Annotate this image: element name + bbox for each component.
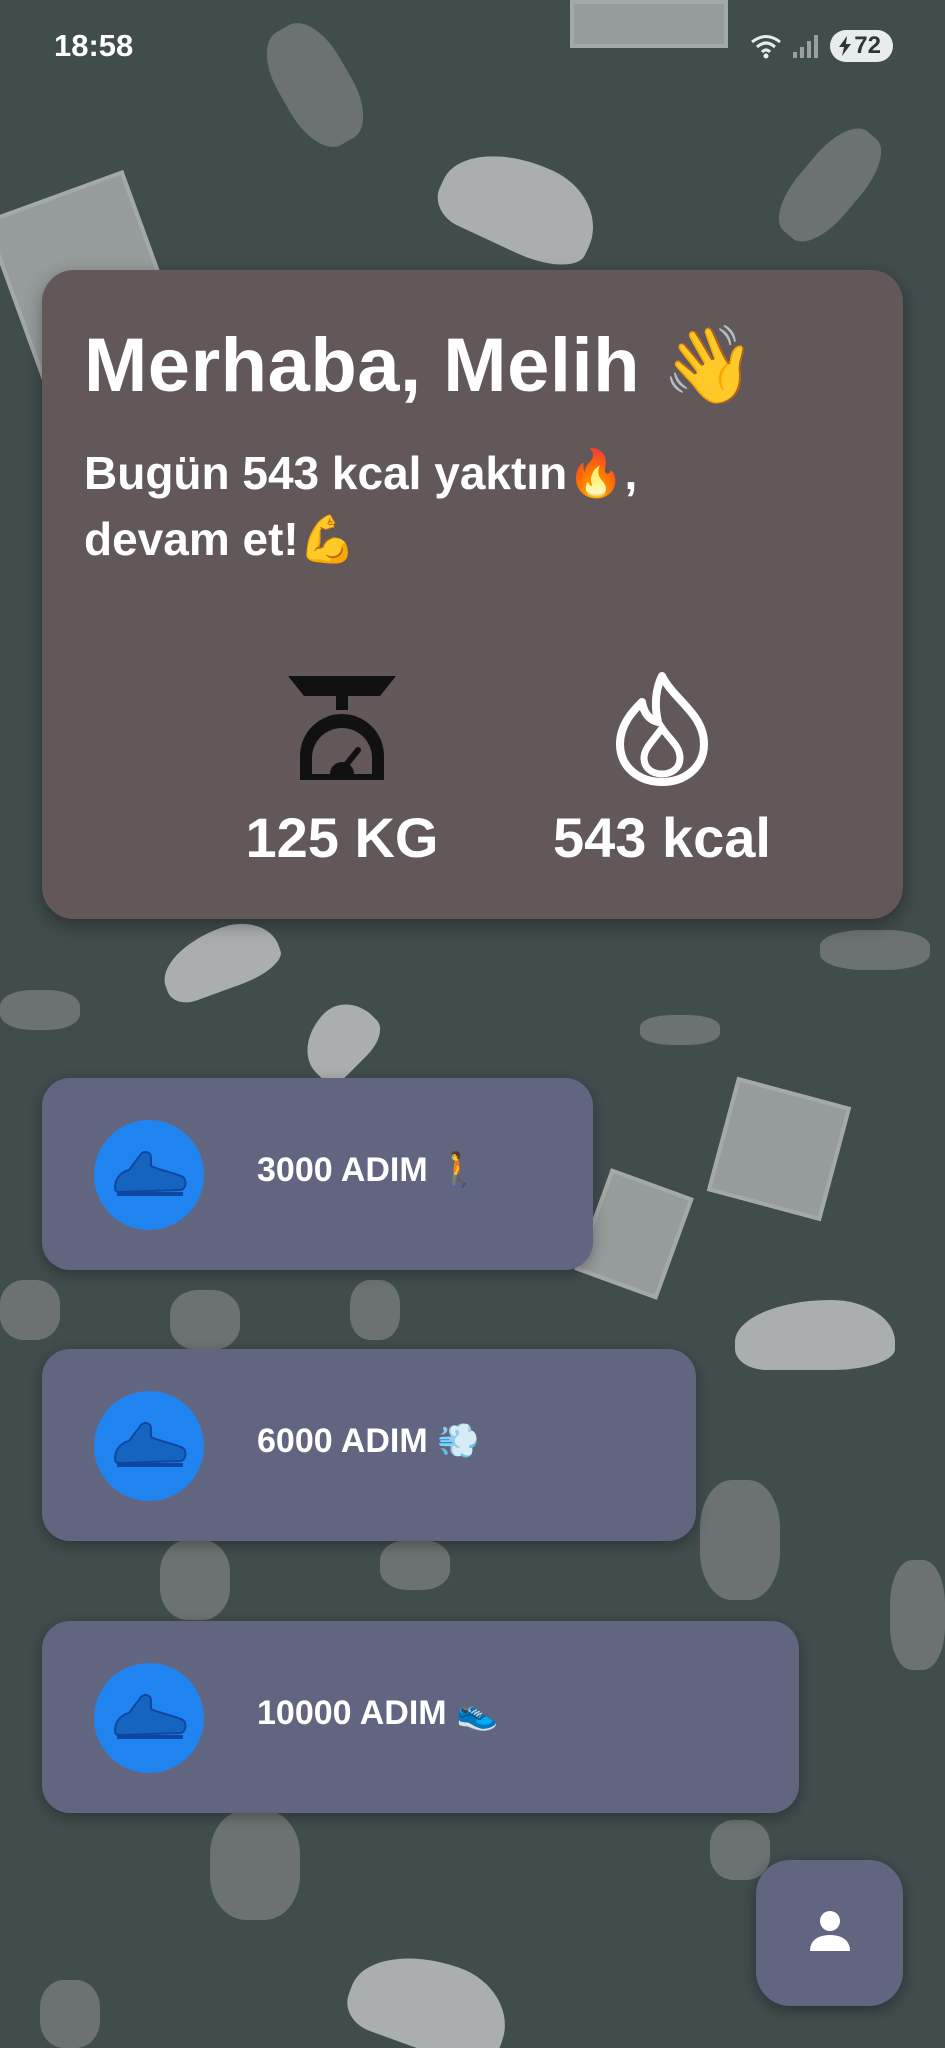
person-illustration: [0, 990, 80, 1030]
person-illustration: [380, 1540, 450, 1590]
person-illustration: [40, 1980, 100, 2048]
person-illustration: [0, 1280, 60, 1340]
signal-icon: [792, 34, 820, 58]
person-illustration: [890, 1560, 945, 1670]
running-shoe-icon: [111, 1419, 187, 1474]
person-illustration: [765, 115, 895, 255]
sneaker-illustration: [428, 130, 612, 280]
charging-bolt-icon: [838, 36, 852, 56]
person-illustration: [710, 1820, 770, 1880]
running-shoe-icon: [111, 1691, 187, 1746]
calories-value: 543 kcal: [553, 806, 771, 869]
battery-indicator: 72: [830, 30, 893, 62]
person-illustration: [160, 1540, 230, 1620]
calories-message: Bugün 543 kcal yaktın🔥, devam et!💪: [84, 447, 638, 565]
profile-button[interactable]: [756, 1860, 903, 2006]
wifi-icon: [750, 33, 782, 59]
goal-label: 3000 ADIM 🚶: [257, 1151, 480, 1189]
summary-card: Merhaba, Melih 👋 Bugün 543 kcal yaktın🔥,…: [42, 270, 903, 919]
goal-label: 10000 ADIM 👟: [257, 1694, 499, 1732]
flame-icon: [502, 670, 822, 791]
map-illustration: [706, 1076, 852, 1222]
calories-stat: 543 kcal: [502, 670, 822, 870]
sneaker-illustration: [153, 911, 287, 1009]
goal-icon-badge: [94, 1391, 204, 1501]
step-goal-card[interactable]: 6000 ADIM 💨: [42, 1349, 696, 1541]
sneaker-illustration: [339, 1935, 521, 2048]
status-bar: 18:58 72: [0, 0, 945, 92]
person-illustration: [700, 1480, 780, 1600]
kitchen-scale-icon: [182, 670, 502, 791]
clock: 18:58: [54, 28, 134, 63]
person-illustration: [640, 1015, 720, 1045]
battery-level: 72: [854, 32, 881, 59]
sneaker-illustration: [735, 1300, 895, 1370]
running-shoe-icon: [111, 1148, 187, 1203]
weight-value: 125 KG: [245, 806, 439, 869]
person-illustration: [820, 930, 930, 970]
person-illustration: [350, 1280, 400, 1340]
person-illustration: [210, 1810, 300, 1920]
goal-icon-badge: [94, 1663, 204, 1773]
system-icons: 72: [750, 30, 893, 62]
step-goal-card[interactable]: 3000 ADIM 🚶: [42, 1078, 593, 1270]
person-illustration: [170, 1290, 240, 1350]
goal-label: 6000 ADIM 💨: [257, 1422, 480, 1460]
greeting-heading: Merhaba, Melih 👋: [84, 323, 757, 408]
sneaker-illustration: [290, 990, 390, 1090]
step-goal-card[interactable]: 10000 ADIM 👟: [42, 1621, 799, 1813]
goal-icon-badge: [94, 1120, 204, 1230]
weight-stat: 125 KG: [182, 670, 502, 870]
person-icon: [806, 1907, 854, 1960]
